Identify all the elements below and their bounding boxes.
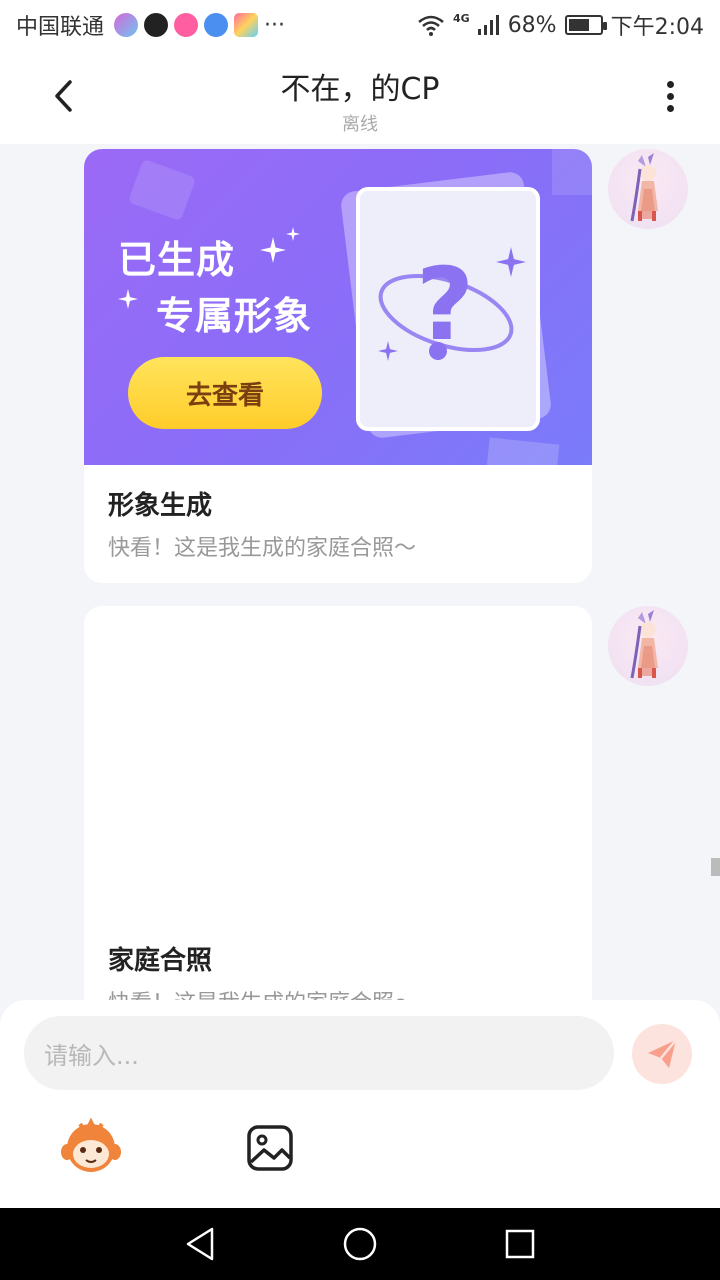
- notification-icons: ···: [114, 13, 285, 38]
- status-right: 4G 68% 下午2:04: [417, 9, 704, 41]
- battery-percent: 68%: [507, 12, 557, 38]
- chevron-left-icon: [55, 80, 72, 112]
- emoji-sticker-button[interactable]: [60, 1117, 122, 1176]
- family-photo-card[interactable]: 家庭合照 快看！这是我生成的家庭合照～: [84, 606, 592, 1000]
- avatar[interactable]: [608, 149, 688, 229]
- decor-shape: [486, 437, 560, 465]
- chat-message-list[interactable]: 已生成 专属形象 去查看 ? 形象生成 快看！这是我生成的家庭合照～ 家庭合照: [0, 144, 720, 1000]
- back-button[interactable]: [40, 72, 88, 120]
- wifi-icon: [418, 15, 444, 36]
- view-avatar-button[interactable]: 去查看: [128, 357, 322, 429]
- dot-icon: [666, 104, 674, 112]
- header-title-group: 不在，的CP 离线: [160, 64, 560, 136]
- card-title: 家庭合照: [108, 946, 213, 976]
- card-banner: 已生成 专属形象 去查看 ?: [84, 149, 592, 465]
- card-title: 形象生成: [108, 491, 213, 521]
- circle-home-icon: [343, 1227, 377, 1261]
- chat-header: 不在，的CP 离线: [0, 50, 720, 144]
- photo-placeholder: [84, 606, 592, 920]
- carrier-label: 中国联通: [16, 15, 105, 40]
- square-recents-icon: [505, 1229, 535, 1259]
- network-type-label: 4G: [453, 11, 470, 25]
- sparkle-icon: [260, 237, 286, 263]
- tiktok-icon: [144, 13, 169, 37]
- online-status: 离线: [342, 114, 378, 135]
- battery-level: [568, 19, 589, 31]
- monkey-face-icon: [61, 1117, 121, 1172]
- scrollbar-thumb[interactable]: [711, 858, 720, 876]
- dot-icon: [666, 80, 674, 88]
- image-generated-card[interactable]: 已生成 专属形象 去查看 ? 形象生成 快看！这是我生成的家庭合照～: [84, 149, 592, 583]
- paper-plane-icon: [648, 1039, 677, 1068]
- clock: 下午2:04: [610, 15, 704, 40]
- app-notification-icon: [174, 13, 199, 37]
- triangle-back-icon: [186, 1227, 214, 1261]
- nav-home-button[interactable]: [340, 1224, 380, 1264]
- character-avatar-icon: [630, 610, 658, 679]
- image-icon: [247, 1125, 293, 1171]
- app-notification-icon: [204, 13, 229, 37]
- message-input[interactable]: 请输入...: [24, 1016, 614, 1090]
- more-options-button[interactable]: [646, 72, 694, 120]
- signal-icon: [477, 15, 499, 35]
- banner-heading-line2: 专属形象: [156, 294, 313, 338]
- nav-back-button[interactable]: [180, 1224, 220, 1264]
- battery-icon: [564, 15, 607, 35]
- sparkle-icon: [378, 341, 398, 361]
- more-notifications-icon: ···: [264, 12, 285, 38]
- send-button[interactable]: [632, 1024, 692, 1084]
- system-nav-bar: [0, 1208, 720, 1280]
- decor-shape: [127, 158, 197, 222]
- dot-icon: [666, 92, 674, 100]
- page-title: 不在，的CP: [280, 72, 440, 107]
- banner-heading-line1: 已生成: [118, 238, 236, 282]
- decor-shape: [552, 149, 592, 195]
- image-picker-button[interactable]: [244, 1122, 296, 1174]
- nav-recents-button[interactable]: [500, 1224, 540, 1264]
- message-composer: 请输入...: [0, 1000, 720, 1208]
- status-bar: 中国联通 ··· 4G 68% 下午2:04: [0, 0, 720, 50]
- card-description: 快看！这是我生成的家庭合照～: [108, 985, 592, 1000]
- card-description: 快看！这是我生成的家庭合照～: [108, 536, 417, 561]
- status-left: 中国联通 ···: [16, 9, 285, 41]
- avatar[interactable]: [608, 606, 688, 686]
- sparkle-icon: [496, 247, 526, 277]
- app-notification-icon: [234, 13, 259, 37]
- character-avatar-icon: [630, 153, 658, 222]
- sparkle-icon: [286, 227, 300, 241]
- app-notification-icon: [114, 13, 139, 37]
- sparkle-icon: [118, 289, 138, 309]
